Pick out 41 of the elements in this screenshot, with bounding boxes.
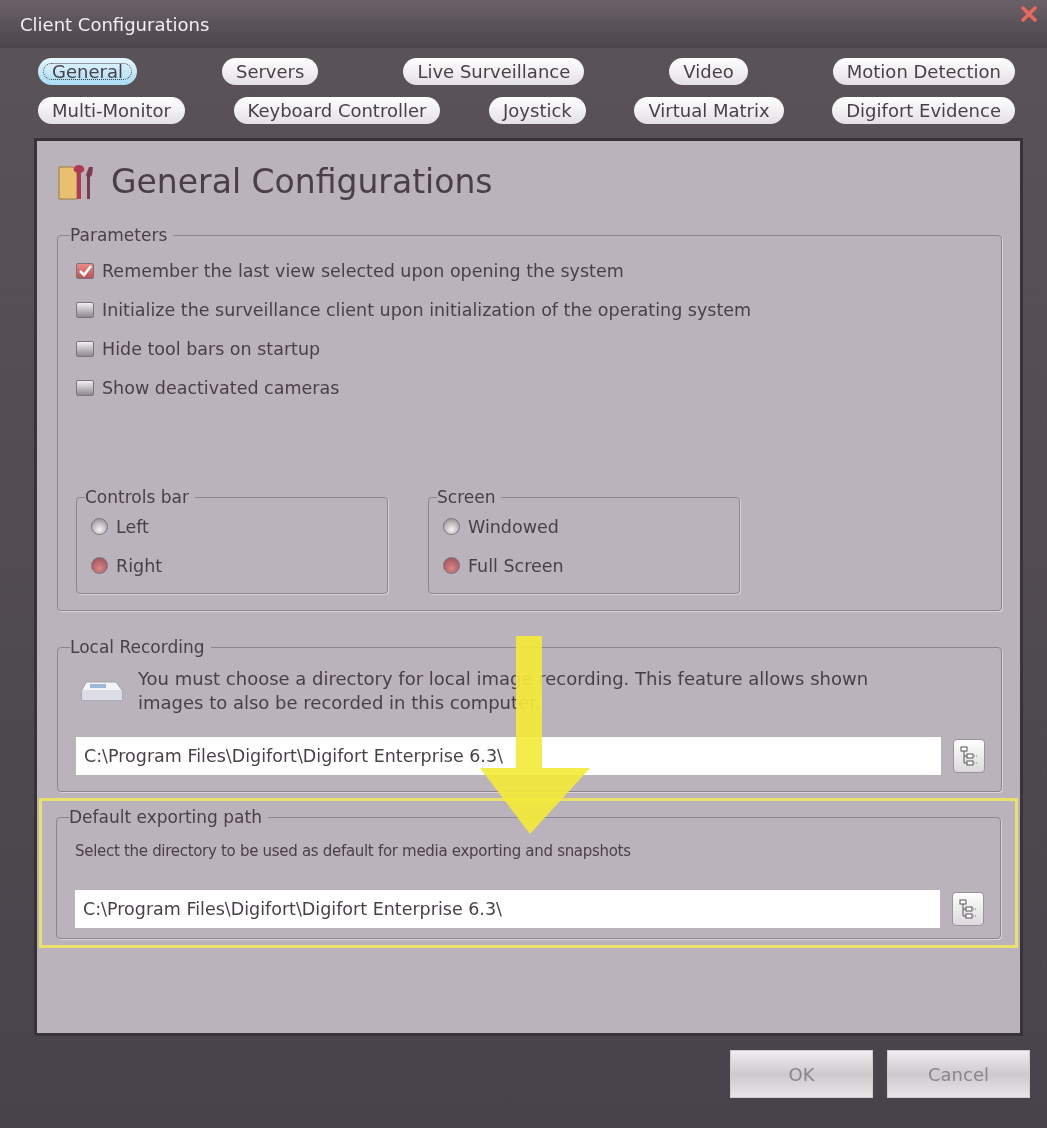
tab[interactable]: Digifort Evidence — [832, 97, 1015, 124]
tab[interactable]: Virtual Matrix — [634, 97, 784, 124]
description-text: Select the directory to be used as default for media exporting and snapshots — [75, 842, 631, 860]
tab[interactable]: Servers — [221, 58, 319, 85]
tab[interactable]: Keyboard Controller — [233, 97, 441, 124]
section-heading: General Configurations — [111, 161, 493, 201]
tab[interactable]: Video — [669, 58, 748, 85]
checkbox-label: Initialize the surveillance client upon initialization of the operating system — [102, 299, 752, 320]
tab[interactable]: Multi-Monitor — [38, 97, 185, 124]
radio-label: Left — [116, 516, 149, 537]
group-title: Local Recording — [70, 637, 206, 657]
group-title: Screen — [437, 487, 497, 507]
group-title: Parameters — [70, 225, 169, 245]
checkbox-label: Remember the last view selected upon opening the system — [102, 260, 624, 281]
path-field[interactable]: C:\Program Files\Digifort\Digifort Enterprise 6.3\ — [76, 737, 941, 775]
tab[interactable]: Motion Detection — [832, 58, 1015, 85]
tab[interactable]: General — [38, 58, 137, 85]
checkbox[interactable] — [76, 301, 94, 318]
checkbox[interactable] — [76, 340, 94, 357]
checkbox-label: Hide tool bars on startup — [102, 338, 321, 359]
radio-label: Windowed — [468, 516, 559, 537]
tab[interactable]: Live Surveillance — [403, 58, 585, 85]
close-icon[interactable] — [1021, 6, 1037, 22]
tree-icon — [958, 898, 978, 920]
radio-button[interactable] — [91, 518, 108, 535]
group-title: Controls bar — [85, 487, 190, 507]
window-title: Client Configurations — [20, 13, 210, 35]
radio-label: Full Screen — [468, 555, 564, 576]
checkbox[interactable] — [76, 262, 94, 279]
path-field[interactable]: C:\Program Files\Digifort\Digifort Enterprise 6.3\ — [75, 890, 940, 928]
radio-button[interactable] — [443, 557, 460, 574]
checkbox[interactable] — [76, 379, 94, 396]
radio-button[interactable] — [443, 518, 460, 535]
checkbox-label: Show deactivated cameras — [102, 377, 340, 398]
browse-button[interactable] — [953, 739, 985, 773]
tab[interactable]: Joystick — [489, 97, 586, 124]
group-title: Default exporting path — [69, 807, 263, 827]
tree-icon — [959, 745, 979, 767]
radio-label: Right — [116, 555, 163, 576]
browse-button[interactable] — [952, 892, 984, 926]
radio-button[interactable] — [91, 557, 108, 574]
